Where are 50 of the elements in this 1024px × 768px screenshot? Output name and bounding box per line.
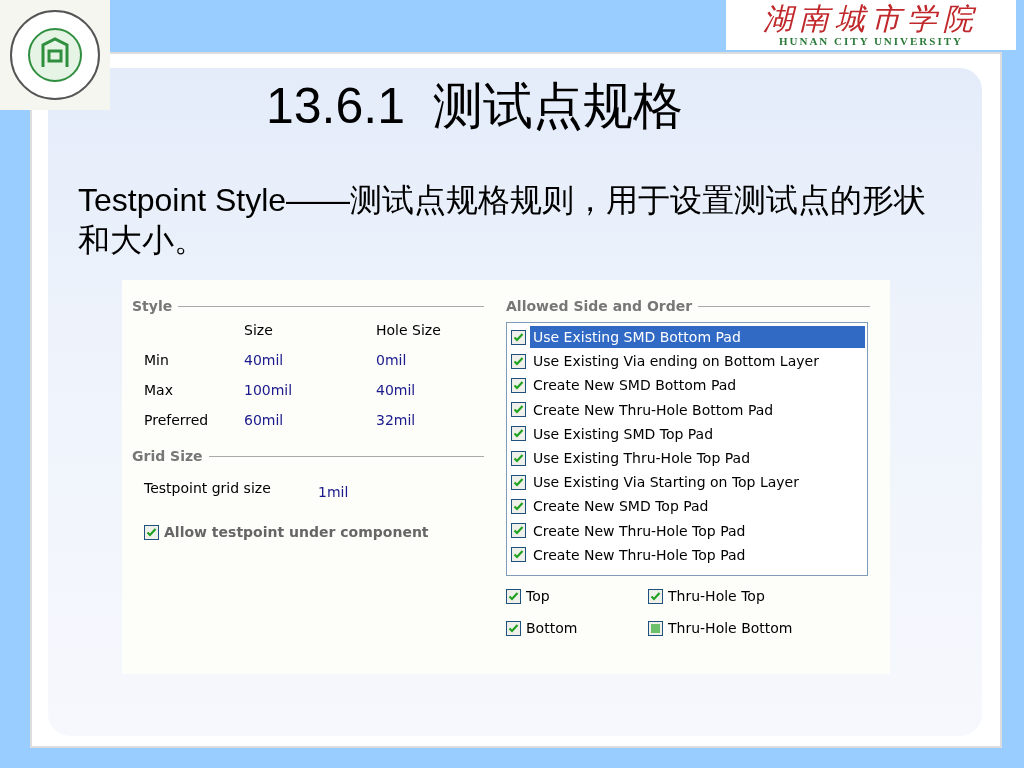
size-value[interactable]: 100mil: [244, 382, 376, 398]
size-value[interactable]: 60mil: [244, 412, 376, 428]
checkbox-label[interactable]: Allow testpoint under component: [164, 524, 429, 540]
grid-size-label: Testpoint grid size: [144, 480, 272, 498]
group-title: Style: [132, 298, 173, 314]
logo-english-name: HUNAN CITY UNIVERSITY: [779, 35, 963, 47]
checkbox[interactable]: [511, 547, 526, 563]
list-item[interactable]: Create New Thru-Hole Top Pad: [530, 519, 750, 542]
checkbox-label[interactable]: Thru-Hole Top: [668, 588, 765, 604]
checkbox[interactable]: [511, 523, 526, 539]
list-item[interactable]: Use Existing Via ending on Bottom Layer: [530, 350, 823, 373]
list-item[interactable]: Use Existing SMD Top Pad: [530, 422, 718, 445]
checkbox[interactable]: [511, 426, 526, 442]
logo-chinese-name: 湖南城市学院: [763, 3, 979, 35]
list-item[interactable]: Create New Thru-Hole Bottom Pad: [530, 398, 778, 421]
list-item[interactable]: Create New SMD Top Pad: [530, 495, 713, 518]
checkbox-label[interactable]: Thru-Hole Bottom: [668, 620, 793, 636]
row-label: Preferred: [144, 412, 210, 428]
checkbox[interactable]: [511, 402, 526, 418]
checkbox-label[interactable]: Bottom: [526, 620, 578, 636]
checkbox-label[interactable]: Top: [526, 588, 550, 604]
checkbox[interactable]: [506, 588, 521, 604]
body-text: Testpoint Style——测试点规格规则，用于设置测试点的形状和大小。: [78, 181, 928, 260]
checkbox[interactable]: [144, 524, 159, 540]
checkbox[interactable]: [648, 588, 663, 604]
checkbox[interactable]: [511, 498, 526, 514]
checkbox[interactable]: [511, 329, 526, 345]
list-item[interactable]: Create New SMD Bottom Pad: [530, 374, 741, 397]
checkbox[interactable]: [648, 620, 663, 636]
column-header: Size: [244, 322, 274, 338]
checkbox[interactable]: [511, 353, 526, 369]
checkbox[interactable]: [511, 450, 526, 466]
hole-size-value[interactable]: 0mil: [376, 352, 486, 368]
row-label: Min: [144, 352, 170, 368]
list-item[interactable]: Use Existing Thru-Hole Top Pad: [530, 447, 754, 470]
checkbox[interactable]: [506, 620, 521, 636]
list-item[interactable]: Use Existing SMD Bottom Pad: [530, 326, 865, 349]
row-label: Max: [144, 382, 174, 398]
column-header: Hole Size: [376, 322, 442, 338]
group-title: Allowed Side and Order: [506, 298, 693, 314]
grid-size-value[interactable]: 1mil: [318, 480, 418, 500]
group-title: Grid Size: [132, 448, 203, 464]
hole-size-value[interactable]: 32mil: [376, 412, 486, 428]
slide-title: 13.6.1 测试点规格: [266, 77, 684, 136]
list-item[interactable]: Create New Thru-Hole Top Pad: [530, 543, 750, 566]
size-value[interactable]: 40mil: [244, 352, 376, 368]
list-item[interactable]: Use Existing Via Starting on Top Layer: [530, 471, 803, 494]
checkbox[interactable]: [511, 474, 526, 490]
hole-size-value[interactable]: 40mil: [376, 382, 486, 398]
checkbox[interactable]: [511, 377, 526, 393]
